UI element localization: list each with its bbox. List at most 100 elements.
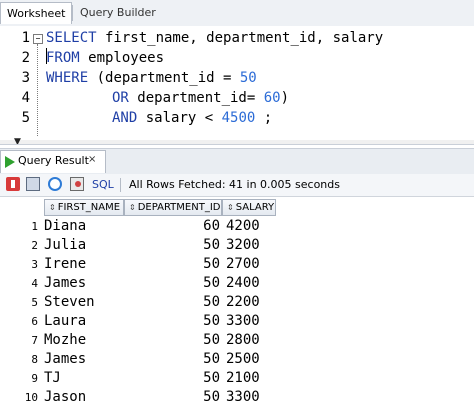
export-icon[interactable] [70, 177, 84, 191]
cell-salary[interactable]: 2500 [226, 350, 276, 369]
table-row[interactable]: 10 Jason 50 3300 [0, 388, 474, 407]
table-row[interactable]: 6 Laura 50 3300 [0, 312, 474, 331]
cell-first-name[interactable]: TJ [44, 369, 124, 388]
tab-worksheet[interactable]: Worksheet [0, 2, 72, 24]
sql-keyword: OR [112, 90, 129, 106]
cell-department-id[interactable]: 50 [124, 236, 220, 255]
row-number: 4 [31, 277, 38, 290]
cell-department-id[interactable]: 50 [124, 350, 220, 369]
table-row[interactable]: 4 James 50 2400 [0, 274, 474, 293]
fetch-status: All Rows Fetched: 41 in 0.005 seconds [129, 178, 340, 191]
cell-first-name[interactable]: Diana [44, 217, 124, 236]
editor-horizontal-scrollbar[interactable] [0, 140, 474, 144]
close-icon[interactable]: × [88, 153, 96, 167]
code-text: first_name, department_id, salary [96, 30, 384, 46]
sort-arrow-icon: ⇕ [49, 203, 56, 212]
text-caret [46, 48, 47, 64]
line-number: 4 [21, 90, 30, 106]
code-text: ; [255, 110, 273, 126]
table-row[interactable]: 7 Mozhe 50 2800 [0, 331, 474, 350]
sort-arrow-icon: ⇕ [129, 203, 136, 212]
row-number: 1 [31, 220, 38, 233]
column-header-label: DEPARTMENT_ID [137, 202, 221, 213]
code-text: salary < [137, 110, 222, 126]
table-row[interactable]: 8 James 50 2500 [0, 350, 474, 369]
cell-department-id[interactable]: 50 [124, 312, 220, 331]
print-icon[interactable] [26, 177, 40, 191]
row-number: 10 [24, 391, 38, 404]
row-number: 3 [31, 258, 38, 271]
code-line-1: SELECT first_name, department_id, salary [46, 28, 383, 48]
code-line-5: AND salary < 4500 ; [112, 108, 272, 128]
code-text: ) [280, 90, 290, 106]
row-number: 8 [31, 353, 38, 366]
fold-toggle-icon[interactable]: − [33, 34, 43, 44]
column-header-label: SALARY [235, 202, 275, 213]
fold-guide [37, 44, 39, 136]
cell-first-name[interactable]: Steven [44, 293, 124, 312]
query-result-tab-label: Query Result [18, 154, 89, 167]
pin-icon[interactable] [6, 177, 20, 191]
table-row[interactable]: 3 Irene 50 2700 [0, 255, 474, 274]
cell-first-name[interactable]: James [44, 350, 124, 369]
column-header-first-name[interactable]: ⇕ FIRST_NAME [44, 199, 124, 216]
table-row[interactable]: 5 Steven 50 2200 [0, 293, 474, 312]
sql-number: 60 [263, 90, 281, 106]
cell-salary[interactable]: 3200 [226, 236, 276, 255]
line-number: 5 [21, 110, 30, 126]
table-row[interactable]: 9 TJ 50 2100 [0, 369, 474, 388]
sql-keyword: WHERE [46, 70, 89, 86]
sql-number: 4500 [221, 110, 256, 126]
cell-department-id[interactable]: 50 [124, 388, 220, 407]
sql-button[interactable]: SQL [92, 178, 114, 192]
row-number: 6 [31, 315, 38, 328]
row-number: 7 [31, 334, 38, 347]
column-header-salary[interactable]: ⇕ SALARY [222, 199, 276, 216]
cell-department-id[interactable]: 50 [124, 293, 220, 312]
cell-salary[interactable]: 2100 [226, 369, 276, 388]
code-text: department_id= [128, 90, 264, 106]
line-number: 1 [21, 30, 30, 46]
sql-number: 50 [239, 70, 257, 86]
tab-divider [72, 5, 73, 21]
cell-salary[interactable]: 3300 [226, 388, 276, 407]
column-header-department-id[interactable]: ⇕ DEPARTMENT_ID [124, 199, 222, 216]
cell-first-name[interactable]: Laura [44, 312, 124, 331]
cell-salary[interactable]: 2400 [226, 274, 276, 293]
sort-arrow-icon: ⇕ [227, 203, 234, 212]
cell-first-name[interactable]: Julia [44, 236, 124, 255]
code-line-3: WHERE (department_id = 50 [46, 68, 257, 88]
cell-department-id[interactable]: 50 [124, 274, 220, 293]
cell-first-name[interactable]: James [44, 274, 124, 293]
code-line-4: OR department_id= 60) [112, 88, 289, 108]
cell-department-id[interactable]: 60 [124, 217, 220, 236]
sql-keyword: FROM [46, 50, 80, 66]
sql-keyword: SELECT [46, 30, 97, 46]
cell-department-id[interactable]: 50 [124, 331, 220, 350]
cell-first-name[interactable]: Jason [44, 388, 124, 407]
cell-salary[interactable]: 2800 [226, 331, 276, 350]
scroll-down-icon[interactable]: ▼ [14, 137, 21, 144]
row-number: 2 [31, 239, 38, 252]
line-number: 3 [21, 70, 30, 86]
sql-keyword: AND [112, 110, 138, 126]
cell-salary[interactable]: 2200 [226, 293, 276, 312]
column-header-label: FIRST_NAME [57, 202, 121, 213]
tab-query-builder[interactable]: Query Builder [74, 2, 170, 24]
cell-salary[interactable]: 2700 [226, 255, 276, 274]
refresh-icon[interactable] [48, 177, 62, 191]
cell-first-name[interactable]: Mozhe [44, 331, 124, 350]
toolbar-divider [120, 178, 121, 192]
cell-salary[interactable]: 4200 [226, 217, 276, 236]
sql-editor[interactable]: 1 2 3 4 5 − SELECT first_name, departmen… [0, 26, 474, 145]
code-line-2: FROM employees [46, 48, 164, 68]
cell-department-id[interactable]: 50 [124, 255, 220, 274]
table-row[interactable]: 1 Diana 60 4200 [0, 217, 474, 236]
code-text: (department_id = [88, 70, 240, 86]
cell-salary[interactable]: 3300 [226, 312, 276, 331]
table-row[interactable]: 2 Julia 50 3200 [0, 236, 474, 255]
run-icon [5, 156, 15, 168]
code-text: employees [79, 50, 165, 66]
cell-first-name[interactable]: Irene [44, 255, 124, 274]
cell-department-id[interactable]: 50 [124, 369, 220, 388]
